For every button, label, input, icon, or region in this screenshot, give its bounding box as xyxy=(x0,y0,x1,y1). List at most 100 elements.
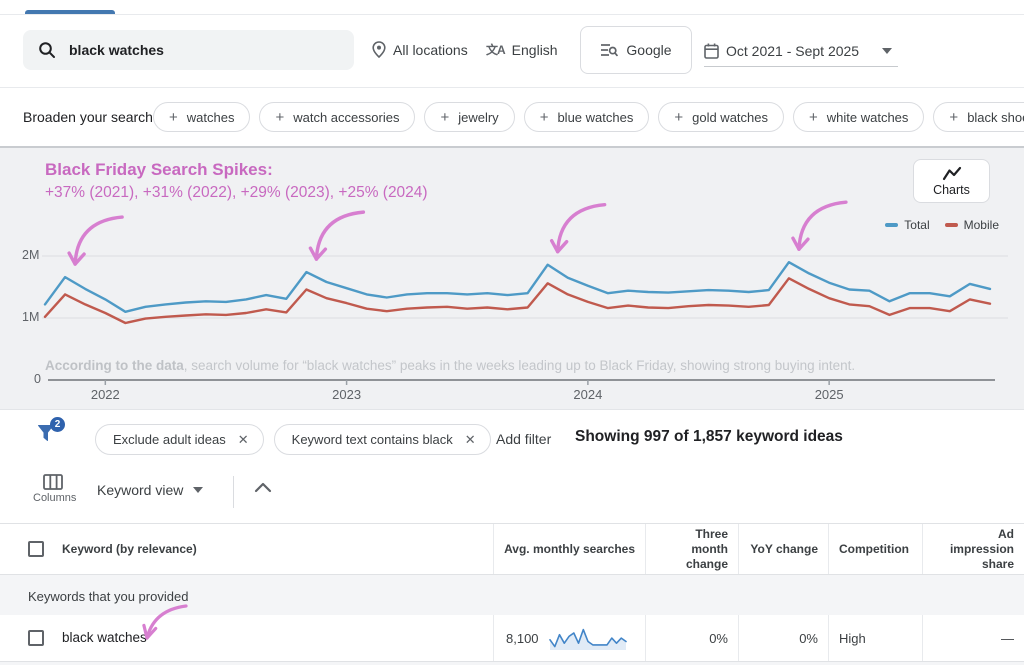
total-series-swatch xyxy=(885,223,898,227)
add-filter-button[interactable]: Add filter xyxy=(496,431,551,447)
chip-label: jewelry xyxy=(458,110,498,125)
plus-icon: + xyxy=(674,109,683,126)
calendar-icon xyxy=(704,43,719,59)
filter-count-badge: 2 xyxy=(50,417,65,432)
broaden-chip-black-shoe[interactable]: + black shoe xyxy=(933,102,1024,132)
keyword-group-band: Keywords that you provided xyxy=(0,575,1024,615)
chip-label: black shoe xyxy=(967,110,1024,125)
chart-note: According to the data, search volume for… xyxy=(45,358,915,373)
chip-label: white watches xyxy=(827,110,909,125)
yoy-change-cell: 0% xyxy=(738,615,828,661)
collapse-chart-button[interactable] xyxy=(254,481,272,493)
plus-icon: + xyxy=(440,109,449,126)
chip-label: gold watches xyxy=(692,110,768,125)
filter-row: 2 Exclude adult ideas ✕ Keyword text con… xyxy=(0,410,1024,468)
search-network-icon xyxy=(600,42,618,58)
table-row[interactable]: black watches 8,100 0% 0% High — xyxy=(0,615,1024,662)
search-controls-row: black watches All locations 文A English G… xyxy=(0,15,1024,88)
y-axis-label-1m: 1M xyxy=(22,310,39,324)
filter-chip-label: Exclude adult ideas xyxy=(113,432,226,447)
columns-button[interactable]: Columns xyxy=(33,474,73,504)
filter-chip-label: Keyword text contains black xyxy=(292,432,453,447)
header-three-month-change[interactable]: Three month change xyxy=(645,524,738,574)
filter-chips: Exclude adult ideas ✕ Keyword text conta… xyxy=(95,424,491,455)
svg-text:2025: 2025 xyxy=(815,387,844,402)
ad-impression-share-cell: — xyxy=(922,615,1024,661)
close-icon[interactable]: ✕ xyxy=(238,432,249,448)
table-header-row: Keyword (by relevance) Avg. monthly sear… xyxy=(0,523,1024,575)
legend-mobile-label: Mobile xyxy=(964,218,999,232)
broaden-chip-blue-watches[interactable]: +blue watches xyxy=(524,102,650,132)
broaden-chip-jewelry[interactable]: + jewelry xyxy=(424,102,514,132)
close-icon[interactable]: ✕ xyxy=(465,432,476,448)
three-month-change-cell: 0% xyxy=(645,615,738,661)
header-ad-impression-share[interactable]: Ad impression share xyxy=(922,524,1024,574)
avg-monthly-searches-cell: 8,100 xyxy=(493,615,645,661)
broaden-chip-watch-accessories[interactable]: + watch accessories xyxy=(259,102,415,132)
chart-note-rest: , search volume for “black watches” peak… xyxy=(184,358,855,373)
annotation-subtitle: +37% (2021), +31% (2022), +29% (2023), +… xyxy=(45,184,428,202)
svg-text:2022: 2022 xyxy=(91,387,120,402)
date-range-control[interactable]: Oct 2021 - Sept 2025 xyxy=(704,39,898,67)
plus-icon: + xyxy=(540,109,549,126)
header-yoy-change[interactable]: YoY change xyxy=(738,524,828,574)
tab-strip xyxy=(0,0,1024,15)
annotation-title: Black Friday Search Spikes: xyxy=(45,160,273,180)
network-label: Google xyxy=(626,42,671,58)
location-pin-icon xyxy=(372,41,386,58)
plus-icon: + xyxy=(169,109,178,126)
row-checkbox[interactable] xyxy=(28,630,44,646)
filter-chip-exclude-adult[interactable]: Exclude adult ideas ✕ xyxy=(95,424,264,455)
competition-cell: High xyxy=(828,615,922,661)
chip-label: watch accessories xyxy=(293,110,399,125)
y-axis-label-0: 0 xyxy=(34,372,41,386)
header-competition[interactable]: Competition xyxy=(828,524,922,574)
columns-label: Columns xyxy=(33,492,73,504)
chip-label: watches xyxy=(187,110,235,125)
plus-icon: + xyxy=(949,109,958,126)
avg-searches-value: 8,100 xyxy=(506,631,539,646)
plus-icon: + xyxy=(275,109,284,126)
legend-mobile: Mobile xyxy=(945,218,999,232)
translate-icon: 文A xyxy=(486,41,505,58)
columns-icon xyxy=(43,474,63,490)
locations-control[interactable]: All locations xyxy=(372,41,468,58)
chevron-down-icon xyxy=(193,487,203,493)
language-control[interactable]: 文A English xyxy=(486,41,558,58)
filter-funnel-button[interactable]: 2 xyxy=(36,422,66,452)
broaden-chip-white-watches[interactable]: + white watches xyxy=(793,102,924,132)
keyword-cell: black watches xyxy=(62,630,147,645)
chevron-down-icon xyxy=(882,48,892,54)
charts-button-label: Charts xyxy=(933,183,970,197)
broaden-chip-watches[interactable]: + watches xyxy=(153,102,250,132)
active-tab-indicator xyxy=(25,10,115,14)
charts-button[interactable]: Charts xyxy=(913,159,990,203)
trend-chart-section: 2022202320242025 Black Friday Search Spi… xyxy=(0,148,1024,410)
header-avg-monthly-searches[interactable]: Avg. monthly searches xyxy=(493,524,645,574)
plus-icon: + xyxy=(809,109,818,126)
chart-note-bold: According to the data xyxy=(45,358,184,373)
legend-total-label: Total xyxy=(904,218,929,232)
header-keyword[interactable]: Keyword (by relevance) xyxy=(0,524,493,574)
broaden-chip-gold-watches[interactable]: + gold watches xyxy=(658,102,784,132)
showing-results-text: Showing 997 of 1,857 keyword ideas xyxy=(575,428,843,446)
sparkline-chart xyxy=(547,623,629,653)
keyword-view-label: Keyword view xyxy=(97,482,183,498)
table-toolbar: Columns Keyword view xyxy=(0,468,1024,523)
search-network-button[interactable]: Google xyxy=(580,26,692,74)
language-label: English xyxy=(512,42,558,58)
locations-label: All locations xyxy=(393,42,468,58)
line-chart-icon xyxy=(942,166,962,181)
keyword-view-dropdown[interactable]: Keyword view xyxy=(97,482,203,498)
broaden-chips: +watches +watch accessories +jewelry +bl… xyxy=(153,102,1024,132)
toolbar-divider xyxy=(233,476,234,508)
keyword-planner-page: black watches All locations 文A English G… xyxy=(0,0,1024,665)
svg-text:2024: 2024 xyxy=(573,387,602,402)
y-axis-label-2m: 2M xyxy=(22,248,39,262)
broaden-search-row: Broaden your search: +watches +watch acc… xyxy=(0,88,1024,148)
legend-total: Total xyxy=(885,218,929,232)
keyword-search-input[interactable]: black watches xyxy=(23,30,354,70)
search-icon xyxy=(38,41,56,59)
chevron-up-icon xyxy=(254,481,272,493)
filter-chip-keyword-contains[interactable]: Keyword text contains black ✕ xyxy=(274,424,491,455)
